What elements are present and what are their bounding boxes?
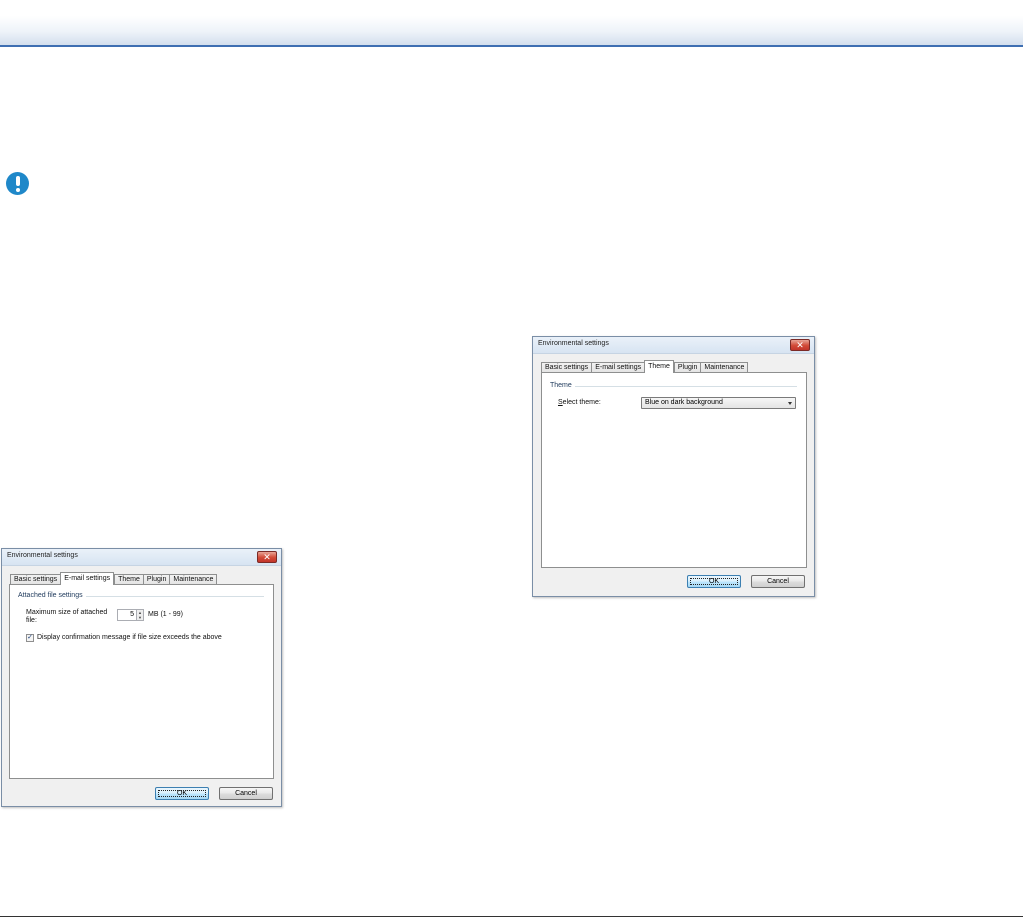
group-divider <box>554 386 797 387</box>
close-icon[interactable]: ✕ <box>790 339 810 351</box>
header-rule <box>0 45 1023 47</box>
theme-settings-dialog: Environmental settings ✕ Basic settings … <box>532 336 815 597</box>
stepper-down-icon[interactable]: ▼ <box>137 615 143 620</box>
ok-button[interactable]: OK <box>155 787 209 800</box>
select-theme-label: Select theme: <box>558 399 601 406</box>
group-title: Theme <box>550 382 575 389</box>
confirm-checkbox-label[interactable]: Display confirmation message if file siz… <box>37 634 222 641</box>
cancel-button[interactable]: Cancel <box>219 787 273 800</box>
dialog-title: Environmental settings <box>538 340 609 347</box>
max-size-label-cont: file: <box>26 617 37 624</box>
group-title: Attached file settings <box>18 592 86 599</box>
tab-panel: Theme Select theme: Blue on dark backgro… <box>541 372 807 568</box>
tab-strip: Basic settings E-mail settings Theme Plu… <box>10 571 218 585</box>
tab-panel: Attached file settings Maximum size of a… <box>9 584 274 779</box>
exclamation-circle-icon <box>6 172 29 195</box>
tab-email-settings[interactable]: E-mail settings <box>60 572 115 585</box>
footer-rule <box>0 916 1023 917</box>
max-size-unit: MB (1 - 99) <box>148 611 184 618</box>
close-icon[interactable]: ✕ <box>257 551 277 563</box>
dialog-titlebar[interactable]: Environmental settings ✕ <box>2 549 281 566</box>
page-header-band <box>0 0 1023 45</box>
theme-select[interactable]: Blue on dark background <box>641 397 796 409</box>
tab-theme[interactable]: Theme <box>644 360 674 373</box>
ok-button[interactable]: OK <box>687 575 741 588</box>
max-size-stepper[interactable]: ▲ ▼ <box>136 609 144 621</box>
max-size-input[interactable]: 5 <box>117 609 137 621</box>
theme-select-value: Blue on dark background <box>645 399 723 406</box>
dialog-title: Environmental settings <box>7 552 78 559</box>
select-theme-label-text: elect theme: <box>562 399 601 406</box>
confirm-checkbox[interactable]: ✓ <box>26 634 34 642</box>
cancel-button[interactable]: Cancel <box>751 575 805 588</box>
max-size-label: Maximum size of attached <box>26 609 108 616</box>
dialog-titlebar[interactable]: Environmental settings ✕ <box>533 337 814 354</box>
email-settings-dialog: Environmental settings ✕ Basic settings … <box>1 548 282 807</box>
chevron-down-icon[interactable] <box>788 402 792 405</box>
tab-strip: Basic settings E-mail settings Theme Plu… <box>541 359 749 373</box>
